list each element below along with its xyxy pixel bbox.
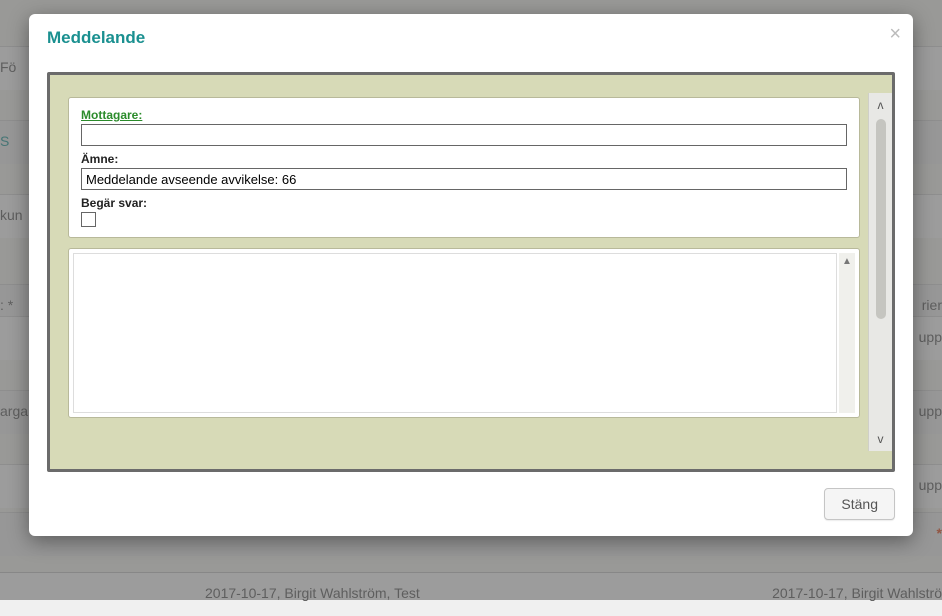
chevron-down-icon[interactable]: v bbox=[869, 427, 892, 451]
request-reply-checkbox[interactable] bbox=[81, 212, 96, 227]
recipient-label[interactable]: Mottagare: bbox=[81, 108, 847, 122]
message-body-panel: ▲ bbox=[68, 248, 860, 418]
modal-body: Mottagare: Ämne: Begär svar: ▲ bbox=[29, 58, 913, 478]
modal-title: Meddelande bbox=[47, 28, 145, 47]
modal-header: Meddelande × bbox=[29, 14, 913, 58]
outer-scrollbar[interactable]: ʌ v bbox=[868, 93, 892, 451]
close-icon[interactable]: × bbox=[889, 24, 901, 44]
message-body-editor[interactable] bbox=[73, 253, 837, 413]
chevron-up-icon[interactable]: ▲ bbox=[839, 253, 855, 269]
header-fields-panel: Mottagare: Ämne: Begär svar: bbox=[68, 97, 860, 238]
request-reply-label: Begär svar: bbox=[81, 196, 847, 210]
scroll-track[interactable] bbox=[869, 117, 892, 427]
subject-input[interactable] bbox=[81, 168, 847, 190]
message-frame: Mottagare: Ämne: Begär svar: ▲ bbox=[47, 72, 895, 472]
recipient-input[interactable] bbox=[81, 124, 847, 146]
message-modal: Meddelande × Mottagare: Ämne: Begär svar… bbox=[29, 14, 913, 536]
close-button[interactable]: Stäng bbox=[824, 488, 895, 520]
modal-footer: Stäng bbox=[29, 478, 913, 536]
subject-label: Ämne: bbox=[81, 152, 847, 166]
editor-scrollbar[interactable]: ▲ bbox=[839, 253, 855, 413]
chevron-up-icon[interactable]: ʌ bbox=[869, 93, 892, 117]
scroll-thumb[interactable] bbox=[876, 119, 886, 319]
form-area: Mottagare: Ämne: Begär svar: ▲ bbox=[64, 93, 868, 451]
